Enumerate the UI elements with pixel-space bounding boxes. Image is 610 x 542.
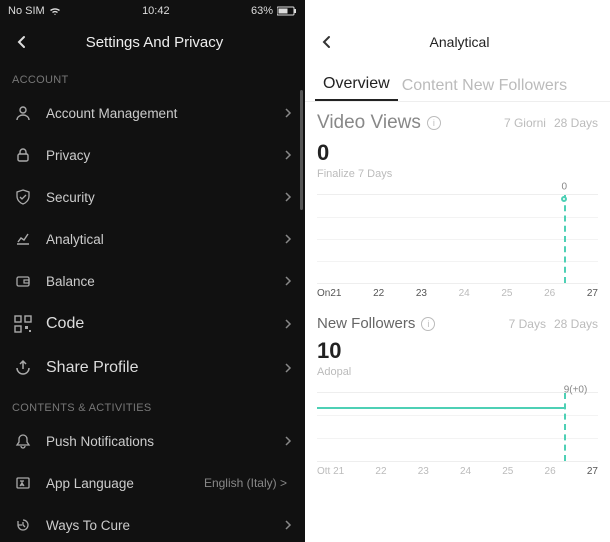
chevron-right-icon: [283, 234, 293, 244]
status-bar-spacer: [305, 0, 610, 22]
row-analytical[interactable]: Analytical: [0, 218, 305, 260]
x-axis-video-views: On21 22 23 24 25 26 27: [317, 284, 598, 303]
scrollbar[interactable]: [300, 90, 303, 210]
chart-icon: [12, 231, 34, 247]
info-icon[interactable]: i: [421, 317, 435, 331]
row-app-language[interactable]: App Language English (Italy) >: [0, 462, 305, 504]
bell-icon: [12, 433, 34, 449]
range-28[interactable]: 28 Days: [554, 116, 598, 130]
row-label: Share Profile: [46, 359, 283, 377]
shield-icon: [12, 189, 34, 205]
history-icon: [12, 517, 34, 533]
row-label: Push Notifications: [46, 434, 283, 449]
row-privacy[interactable]: Privacy: [0, 134, 305, 176]
analytics-panel: Analytical Overview Content New Follower…: [305, 0, 610, 542]
video-views-title: Video Views i: [317, 112, 441, 134]
row-share-profile[interactable]: Share Profile: [0, 346, 305, 390]
x-axis-new-followers: Ott 21 22 23 24 25 26 27: [317, 462, 598, 481]
language-icon: [12, 475, 34, 491]
chevron-right-icon: [283, 192, 293, 202]
chevron-right-icon: [283, 108, 293, 118]
analytics-header: Analytical: [305, 22, 610, 62]
share-icon: [12, 359, 34, 377]
video-views-subtitle: Finalize 7 Days: [317, 168, 598, 180]
tab-overview[interactable]: Overview: [315, 69, 398, 101]
page-title: Analytical: [319, 34, 600, 50]
row-label: Privacy: [46, 148, 283, 163]
section-video-views: Video Views i 7 Giorni 28 Days 0 Finaliz…: [305, 102, 610, 186]
section-header-account: ACCOUNT: [0, 62, 305, 92]
carrier-label: No SIM: [8, 5, 45, 17]
chart-new-followers: 9(+0) Ott 21 22 23 24 25 26 27: [317, 392, 598, 481]
range-7[interactable]: 7 Days: [509, 317, 546, 331]
chevron-right-icon: [283, 363, 293, 373]
chevron-right-icon: [283, 276, 293, 286]
row-push-notifications[interactable]: Push Notifications: [0, 420, 305, 462]
wifi-icon: [49, 6, 61, 16]
new-followers-title: New Followers i: [317, 315, 435, 332]
row-balance[interactable]: Balance: [0, 260, 305, 302]
row-ways-to-cure[interactable]: Ways To Cure: [0, 504, 305, 542]
chevron-right-icon: [283, 520, 293, 530]
clock-label: 10:42: [142, 5, 170, 17]
settings-header: Settings And Privacy: [0, 22, 305, 62]
info-icon[interactable]: i: [427, 116, 441, 130]
row-label: Ways To Cure: [46, 518, 283, 533]
chevron-right-icon: [283, 436, 293, 446]
status-bar: No SIM 10:42 63%: [0, 0, 305, 22]
row-label: Balance: [46, 274, 283, 289]
row-label: Security: [46, 190, 283, 205]
row-code[interactable]: Code: [0, 302, 305, 346]
row-sublabel: English (Italy) >: [204, 476, 287, 490]
row-label: Analytical: [46, 232, 283, 247]
page-title: Settings And Privacy: [14, 34, 295, 51]
section-new-followers: New Followers i 7 Days 28 Days 10 Adopal: [305, 305, 610, 384]
tab-content-new-followers[interactable]: Content New Followers: [398, 71, 571, 101]
battery-label: 63%: [251, 5, 273, 17]
new-followers-subtitle: Adopal: [317, 366, 598, 378]
range-28[interactable]: 28 Days: [554, 317, 598, 331]
range-toggle[interactable]: 7 Days 28 Days: [509, 317, 598, 331]
battery-icon: [277, 6, 297, 16]
row-label: Account Management: [46, 106, 283, 121]
section-header-contents: CONTENTS & ACTIVITIES: [0, 390, 305, 420]
point-label: 9(+0): [564, 384, 588, 395]
person-icon: [12, 105, 34, 121]
range-7[interactable]: 7 Giorni: [504, 116, 546, 130]
chevron-right-icon: [283, 150, 293, 160]
row-security[interactable]: Security: [0, 176, 305, 218]
chevron-right-icon: [283, 319, 293, 329]
wallet-icon: [12, 273, 34, 289]
row-account-management[interactable]: Account Management: [0, 92, 305, 134]
lock-icon: [12, 147, 34, 163]
tabs: Overview Content New Followers: [305, 62, 610, 102]
settings-panel: No SIM 10:42 63% Settings And Privacy AC…: [0, 0, 305, 542]
row-label: App Language: [46, 476, 204, 491]
range-toggle[interactable]: 7 Giorni 28 Days: [504, 116, 598, 130]
qrcode-icon: [12, 315, 34, 333]
settings-list[interactable]: ACCOUNT Account Management Privacy Secur…: [0, 62, 305, 542]
chart-video-views: 0 On21 22 23 24 25 26 27: [317, 194, 598, 303]
video-views-value: 0: [317, 140, 598, 166]
new-followers-value: 10: [317, 338, 598, 364]
row-label: Code: [46, 315, 283, 333]
point-label: 0: [561, 181, 567, 192]
